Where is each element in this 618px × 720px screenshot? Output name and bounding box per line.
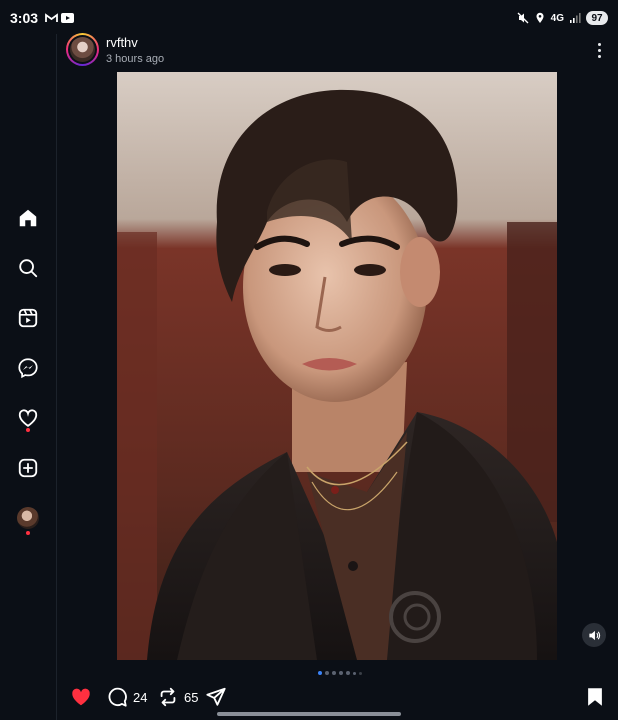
comment-count: 24 [133, 689, 148, 705]
comment-icon [108, 687, 127, 707]
carousel-dot [318, 671, 322, 675]
status-bar: 3:03 4G 97 [0, 0, 618, 34]
sidebar-nav [0, 34, 57, 720]
mute-vibrate-icon [517, 12, 529, 24]
send-icon [206, 687, 226, 706]
location-icon [536, 12, 544, 23]
network-type: 4G [550, 12, 564, 24]
carousel-indicator [318, 671, 362, 675]
post-username[interactable]: rvfthv [106, 35, 138, 50]
post-author-avatar[interactable] [66, 33, 99, 66]
activity-heart-icon[interactable] [16, 406, 40, 430]
repost-count: 65 [184, 689, 199, 705]
post-photo[interactable] [117, 72, 557, 660]
comment-button[interactable]: 24 [106, 686, 147, 708]
status-icons: 4G 97 [517, 10, 608, 26]
status-time: 3:03 [10, 10, 39, 26]
battery-level: 97 [586, 11, 608, 25]
profile-avatar[interactable] [16, 506, 40, 530]
carousel-dot [332, 671, 336, 675]
post-timestamp: 3 hours ago [106, 53, 165, 65]
avatar [17, 507, 39, 529]
carousel-dot [353, 671, 356, 675]
messenger-icon[interactable] [16, 356, 40, 380]
mute-button[interactable] [582, 623, 606, 647]
reels-icon[interactable] [16, 306, 40, 330]
gesture-home-indicator[interactable] [217, 712, 401, 716]
carousel-dot [325, 671, 329, 675]
activity-notification-dot [26, 428, 30, 432]
repost-button[interactable]: 65 [157, 686, 198, 708]
carousel-dot [346, 671, 350, 675]
search-icon[interactable] [16, 256, 40, 280]
app-screen: 3:03 4G 97 rvfthv 3 hours ago 24 65 [0, 0, 618, 720]
bookmark-filled-icon [588, 688, 602, 706]
save-button[interactable] [584, 686, 606, 708]
youtube-icon [61, 13, 74, 23]
profile-notification-dot [26, 531, 30, 535]
like-button[interactable] [70, 686, 92, 708]
heart-filled-icon [72, 688, 90, 706]
carousel-dot [339, 671, 343, 675]
speaker-icon [588, 630, 600, 640]
gmail-icon [45, 13, 58, 22]
more-options-icon[interactable] [590, 40, 608, 60]
portrait-photo-illustration [117, 72, 557, 660]
repost-icon [160, 687, 176, 707]
carousel-dot [359, 671, 362, 675]
share-button[interactable] [205, 686, 227, 708]
home-icon[interactable] [16, 206, 40, 230]
create-icon[interactable] [16, 456, 40, 480]
avatar [70, 37, 95, 62]
signal-icon [570, 13, 581, 23]
